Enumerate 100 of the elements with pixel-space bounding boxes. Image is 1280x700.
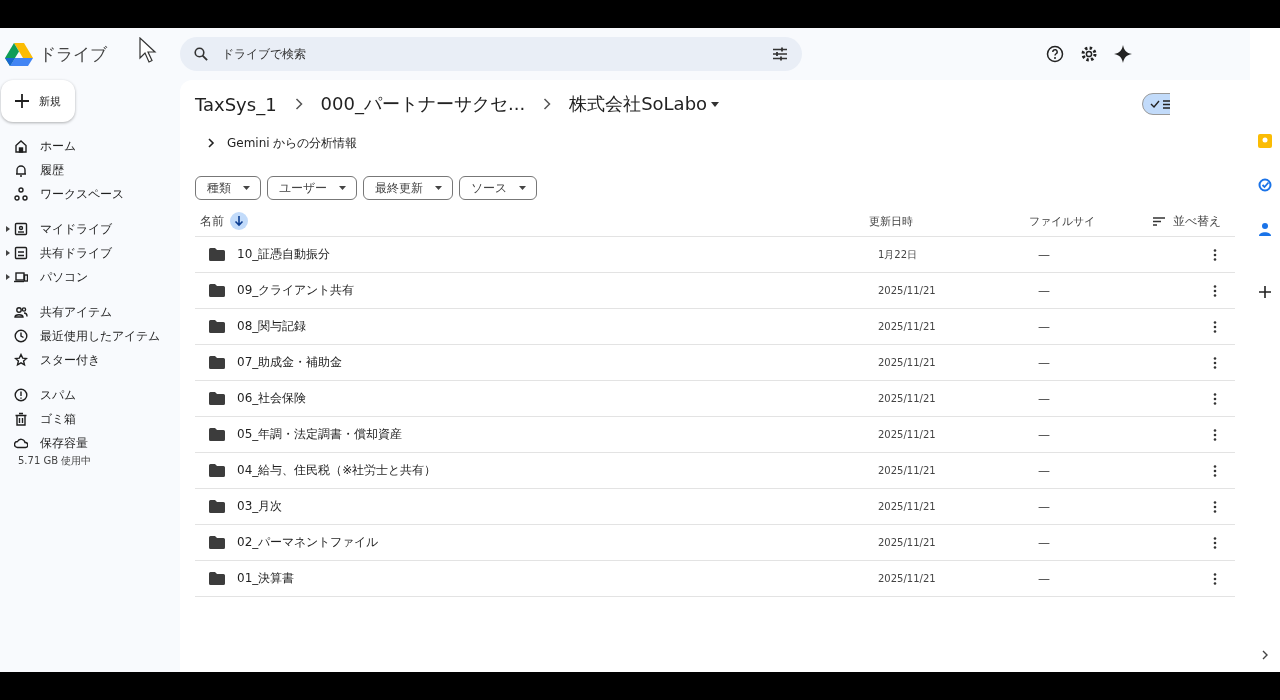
table-cell: — [1038,391,1050,406]
star-icon [14,353,28,367]
new-button[interactable]: 新規 [1,80,75,122]
computer-icon [14,270,28,284]
sort-down-icon[interactable] [230,212,248,230]
file-name[interactable]: 01_決算書 [237,570,295,587]
sparkle-icon[interactable] [1114,45,1132,63]
filter-chip[interactable]: 最終更新 [363,176,453,200]
dropdown-icon [243,186,250,190]
breadcrumb-item[interactable]: TaxSys_1 [195,93,277,115]
table-cell: 2025/11/21 [878,357,936,368]
expand-icon [6,250,10,256]
file-name[interactable]: 06_社会保険 [237,390,307,407]
sidebar-item[interactable]: 共有アイテム [0,300,180,324]
sidebar-item[interactable]: 共有ドライブ [0,241,180,265]
folder-icon [209,572,225,585]
settings-icon[interactable] [1080,45,1098,63]
table-cell: 2025/11/21 [878,501,936,512]
more-options-icon[interactable] [1213,572,1217,585]
dropdown-icon [519,186,526,190]
gemini-insights-toggle[interactable]: Gemini からの分析情報 [195,128,1250,158]
tasks-icon[interactable] [1258,178,1272,192]
sidebar-item[interactable]: 最近使用したアイテム [0,324,180,348]
column-header[interactable]: 更新日時 [869,214,913,228]
chevron-icon [208,138,215,148]
table-cell: 2025/11/21 [878,285,936,296]
sidebar-item[interactable]: スパム [0,383,180,407]
more-options-icon[interactable] [1213,284,1217,297]
more-options-icon[interactable] [1213,392,1217,405]
sidebar-item[interactable]: ホーム [0,134,180,158]
file-name[interactable]: 05_年調・法定調書・償却資産 [237,426,403,443]
table-cell: — [1038,247,1050,262]
plus-icon [15,94,29,108]
people-icon [14,305,28,319]
folder-icon [209,536,225,549]
breadcrumb-item[interactable]: 株式会社SoLabo [569,92,708,116]
sidebar-item[interactable]: スター付き [0,348,180,372]
more-options-icon[interactable] [1213,248,1217,261]
file-name[interactable]: 02_パーマネントファイル [237,534,379,551]
table-cell: — [1038,427,1050,442]
table-cell: — [1038,283,1050,298]
table-cell: 2025/11/21 [878,573,936,584]
file-name[interactable]: 08_関与記録 [237,318,307,335]
more-options-icon[interactable] [1213,320,1217,333]
expand-icon [6,274,10,280]
sort-icon[interactable] [1153,216,1165,226]
sidebar-item[interactable]: ワークスペース [0,182,180,206]
home-icon [14,139,28,153]
folder-icon [209,428,225,441]
table-cell: — [1038,499,1050,514]
sort-button[interactable]: 並べ替え [1173,212,1221,230]
sidebar-item[interactable]: 履歴 [0,158,180,182]
column-header[interactable]: ファイルサイ [1029,214,1095,228]
dropdown-icon [339,186,346,190]
folder-icon [209,500,225,513]
search-icon [194,47,208,61]
file-name[interactable]: 03_月次 [237,498,283,515]
filter-chip[interactable]: ユーザー [267,176,357,200]
app-name: ドライブ [39,42,107,66]
search-field[interactable]: ドライブで検索 [180,37,802,71]
bell-icon [14,163,28,177]
folder-icon [209,392,225,405]
filter-chip[interactable]: ソース [459,176,537,200]
file-name[interactable]: 09_クライアント共有 [237,282,355,299]
file-name[interactable]: 10_証憑自動振分 [237,246,331,263]
spam-icon [14,388,28,402]
storage-usage: 5.71 GB 使用中 [17,454,93,468]
folder-icon [209,464,225,477]
plus-icon[interactable] [1259,286,1271,298]
contacts-icon[interactable] [1259,222,1271,236]
folder-icon [209,284,225,297]
table-cell: 2025/11/21 [878,465,936,476]
column-header[interactable]: 名前 [200,212,224,230]
table-cell: — [1038,571,1050,586]
table-cell: 2025/11/21 [878,429,936,440]
chevron-icon[interactable] [1262,650,1268,660]
sidebar-item[interactable]: ゴミ箱 [0,407,180,431]
dropdown-icon[interactable] [711,101,720,107]
help-icon[interactable] [1046,45,1064,63]
file-name[interactable]: 04_給与、住民税（※社労士と共有） [237,462,437,479]
folder-icon [209,248,225,261]
file-name[interactable]: 07_助成金・補助金 [237,354,343,371]
filter-options-icon[interactable] [772,47,788,61]
sidebar-item[interactable]: マイドライブ [0,217,180,241]
table-cell: — [1038,535,1050,550]
more-options-icon[interactable] [1213,500,1217,513]
sidebar-item[interactable]: 保存容量 [0,431,180,455]
sidebar-item[interactable]: パソコン [0,265,180,289]
more-options-icon[interactable] [1213,428,1217,441]
table-cell: — [1038,319,1050,334]
more-options-icon[interactable] [1213,464,1217,477]
breadcrumb-item[interactable]: 000_パートナーサクセ... [320,92,526,116]
drive-logo-icon [5,42,33,66]
workspace-icon [14,187,28,201]
filter-chip[interactable]: 種類 [195,176,261,200]
table-cell: 1月22日 [878,248,918,260]
trash-icon [14,412,28,426]
more-options-icon[interactable] [1213,356,1217,369]
cloud-icon [14,436,28,450]
more-options-icon[interactable] [1213,536,1217,549]
